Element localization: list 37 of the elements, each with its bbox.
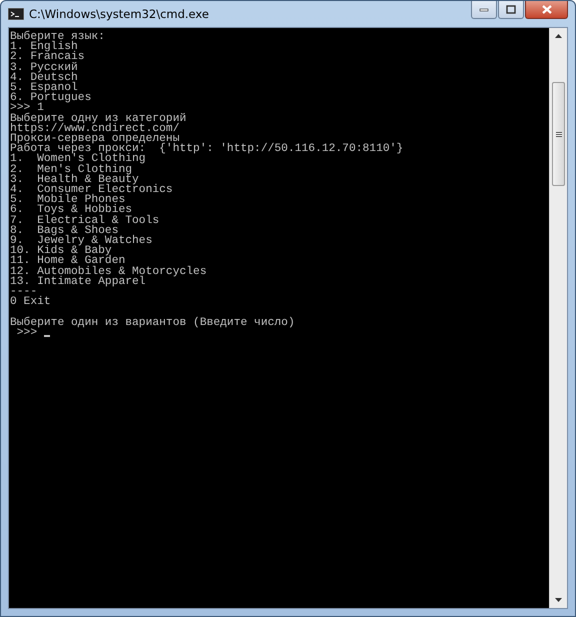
maximize-icon — [506, 5, 516, 14]
grip-icon — [556, 132, 562, 136]
console-line: 3. Health & Beauty — [10, 174, 139, 186]
scrollbar-thumb[interactable] — [552, 82, 565, 186]
minimize-button[interactable] — [471, 1, 497, 19]
console-line: Выберите один из вариантов (Введите число) — [10, 318, 295, 328]
console-line: >>> 1 — [10, 103, 44, 114]
close-icon — [540, 5, 552, 14]
console-line: 6. Toys & Hobbies — [10, 205, 132, 216]
text-cursor — [44, 335, 50, 338]
console-line: 1. Women's Clothing — [10, 154, 146, 165]
close-button[interactable] — [525, 1, 568, 19]
scrollbar[interactable] — [549, 28, 567, 608]
console-line: 2. Francais — [10, 52, 85, 63]
console-line: Работа через прокси: {'http': 'http://50.116.12.70:8110'} — [10, 144, 404, 154]
console-line: Выберите одну из категорий — [10, 114, 186, 124]
console-line: 6. Portugues — [10, 93, 92, 104]
console-line: Прокси-сервера определены — [10, 134, 180, 144]
console-line: 0 Exit — [10, 297, 51, 308]
minimize-icon — [479, 8, 489, 12]
console-line: 1. English — [10, 42, 78, 52]
window-title: C:\Windows\system32\cmd.exe — [29, 7, 209, 21]
prompt-text: >>> — [16, 328, 38, 338]
console-line: 2. Men's Clothing — [10, 164, 132, 175]
console-line: https://www.cndirect.com/ — [10, 124, 180, 134]
console-line: 7. Electrical & Tools — [10, 216, 160, 226]
console-line: ---- — [10, 287, 38, 298]
console-line: 10. Kids & Baby — [10, 246, 112, 256]
maximize-button[interactable] — [498, 1, 524, 19]
console-line: 13. Intimate Apparel — [10, 276, 146, 288]
console-icon — [8, 8, 24, 20]
console-line: 5. Espanol — [10, 83, 78, 94]
console-line: 3. Русский — [10, 62, 78, 73]
console-line: 12. Automobiles & Motorcycles — [10, 266, 207, 277]
console-line: 11. Home & Garden — [10, 256, 126, 267]
scroll-down-icon[interactable] — [555, 598, 562, 602]
scroll-up-icon[interactable] — [555, 34, 562, 38]
